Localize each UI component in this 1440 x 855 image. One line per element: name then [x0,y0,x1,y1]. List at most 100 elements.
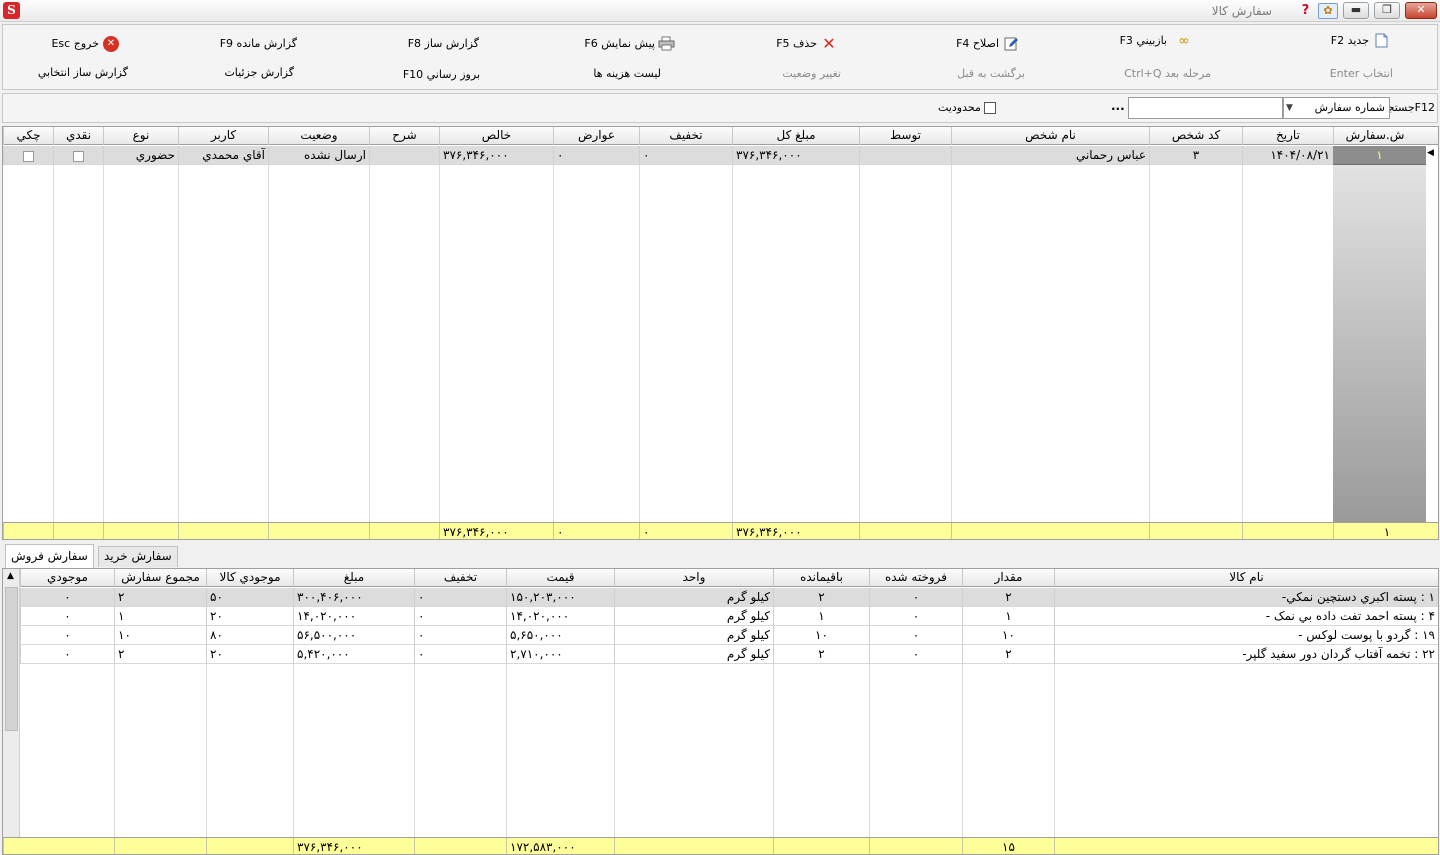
col-amount[interactable]: مبلغ [293,569,414,587]
col-qty[interactable]: مقدار [962,569,1054,587]
exit-button-label: خروج Esc [51,37,99,50]
preview-button[interactable]: پيش نمايش F6 [584,34,675,54]
col-order-sum[interactable]: مجموع سفارش [114,569,206,587]
new-document-icon [1373,33,1389,49]
cell-amount: ۵۶,۵۰۰,۰۰۰ [293,626,414,645]
detail-report-button[interactable]: گزارش جزئيات [224,63,294,83]
total-empty [3,838,114,854]
cell-remain: ۲ [773,645,869,664]
selective-report-button[interactable]: گزارش ساز انتخابي [38,63,128,83]
col-remain[interactable]: باقيمانده [773,569,869,587]
cell-order-no[interactable]: ۱ [1333,146,1426,165]
window-title: سفارش كالا [1211,4,1272,18]
total-empty [951,523,1149,539]
cell-item-discount: ۰ [414,645,506,664]
tab-sales-order[interactable]: سفارش فروش [5,544,94,568]
col-unit[interactable]: واحد [614,569,773,587]
items-header: نام كالا مقدار فروخته شده باقيمانده واحد… [20,569,1438,587]
search-input[interactable] [1128,97,1283,119]
select-button-label: انتخاب Enter [1329,67,1393,80]
cell-stock: ۸۰ [206,626,293,645]
balance-report-button[interactable]: گزارش مانده F9 [220,34,297,54]
cell-order-sum: ۲ [114,588,206,607]
total-empty [414,838,506,854]
col-desc[interactable]: شرح [369,127,439,145]
back-stage-button[interactable]: برگشت به قبل [957,64,1025,84]
col-item-name[interactable]: نام كالا [1054,569,1438,587]
new-button[interactable]: جديد F2 [1331,31,1389,51]
col-date[interactable]: تاريخ [1242,127,1333,145]
cell-qty: ۲ [962,645,1054,664]
col-person-code[interactable]: كد شخص [1149,127,1242,145]
cell-qty: ۱۰ [962,626,1054,645]
col-order-no[interactable]: ش.سفارش [1333,127,1416,145]
new-button-label: جديد F2 [1330,34,1369,47]
cell-sold: ۰ [869,626,962,645]
item-row[interactable]: ۱۹ : گردو با پوست لوکس - ۱۰ ۰ ۱۰ كيلو گر… [20,626,1438,645]
col-type[interactable]: نوع [103,127,178,145]
settings-icon[interactable]: ✿ [1318,3,1338,19]
col-total[interactable]: مبلغ كل [732,127,859,145]
minimize-button[interactable]: ▬ [1343,2,1369,19]
report-builder-button[interactable]: گزارش ساز F8 [408,34,479,54]
limit-checkbox-box[interactable] [983,101,996,114]
col-status[interactable]: وضعيت [268,127,369,145]
title-bar: S سفارش كالا ? ✿ ▬ ❐ ✕ [0,0,1440,22]
items-scrollbar[interactable]: ▲ [3,569,20,854]
scrollbar-thumb[interactable] [5,587,18,731]
scroll-up-icon[interactable]: ▲ [7,571,14,581]
total-empty [53,523,103,539]
delete-button[interactable]: ✕ حذف F5 [776,34,837,54]
grid-line [1242,146,1243,522]
change-status-button[interactable]: تغيير وضعيت [782,64,841,84]
review-button[interactable]: ∞ بازبيني F3 [1120,31,1197,51]
col-stock[interactable]: موجودي كالا [206,569,293,587]
total-empty [3,523,53,539]
exit-button[interactable]: ✕ خروج Esc [51,34,119,54]
grid-line [369,146,370,522]
item-row[interactable]: ۱ : پسته اكبري دستچين نمكي- ۲ ۰ ۲ كيلو گ… [20,588,1438,607]
cash-checkbox[interactable] [73,151,84,162]
tab-purchase-order[interactable]: سفارش خريد [98,546,178,567]
order-row[interactable]: ۱۴۰۴/۰۸/۲۱ ۳ عباس رحماني ۳۷۶,۳۴۶,۰۰۰ ۰ ۰… [3,146,1333,165]
cell-item-discount: ۰ [414,607,506,626]
orders-grid: ش.سفارش تاريخ كد شخص نام شخص توسط مبلغ ك… [2,126,1439,540]
total-net: ۳۷۶,۳۴۶,۰۰۰ [439,523,553,539]
next-stage-button[interactable]: مرحله بعد Ctrl+Q [1124,64,1211,84]
cell-person-code: ۳ [1149,146,1242,165]
close-button[interactable]: ✕ [1405,2,1437,19]
limit-checkbox[interactable]: محدوديت [938,101,996,114]
col-user[interactable]: كاربر [178,127,268,145]
col-price[interactable]: قيمت [506,569,614,587]
select-button[interactable]: انتخاب Enter [1330,64,1393,84]
col-by[interactable]: توسط [859,127,951,145]
total-count: ۱ [1333,523,1438,539]
col-cheque[interactable]: چكي [3,127,53,145]
grid-line [103,146,104,522]
cost-list-button[interactable]: ليست هزينه ها [593,64,661,84]
item-row[interactable]: ۲۲ : تخمه آفتاب گردان دور سفيد گلپر- ۲ ۰… [20,645,1438,664]
col-tolls[interactable]: عوارض [553,127,639,145]
restore-button[interactable]: ❐ [1374,2,1400,19]
refresh-button[interactable]: بروز رساني F10 [403,65,480,85]
help-icon[interactable]: ? [1297,3,1314,19]
search-field-select[interactable]: شماره سفارش ▼ [1283,97,1390,119]
col-item-discount[interactable]: تخفيف [414,569,506,587]
grid-line [639,146,640,522]
cell-order-sum: ۲ [114,645,206,664]
col-net[interactable]: خالص [439,127,553,145]
col-sold[interactable]: فروخته شده [869,569,962,587]
col-cash[interactable]: نقدي [53,127,103,145]
col-person-name[interactable]: نام شخص [951,127,1149,145]
col-balance[interactable]: موجودي [20,569,114,587]
delete-button-label: حذف F5 [776,37,817,50]
cell-item-name: ۴ : پسته احمد تفت داده بي نمک - [1054,607,1438,626]
browse-button[interactable]: ... [1111,99,1125,113]
item-row[interactable]: ۴ : پسته احمد تفت داده بي نمک - ۱ ۰ ۱ كي… [20,607,1438,626]
edit-button[interactable]: اصلاح F4 [956,34,1019,54]
col-discount[interactable]: تخفيف [639,127,732,145]
cheque-checkbox[interactable] [23,151,34,162]
next-stage-label: مرحله بعد Ctrl+Q [1124,67,1211,80]
cell-by [859,146,951,165]
items-totals-row: ۱۵ ۱۷۲,۵۸۳,۰۰۰ ۳۷۶,۳۴۶,۰۰۰ [3,837,1438,854]
